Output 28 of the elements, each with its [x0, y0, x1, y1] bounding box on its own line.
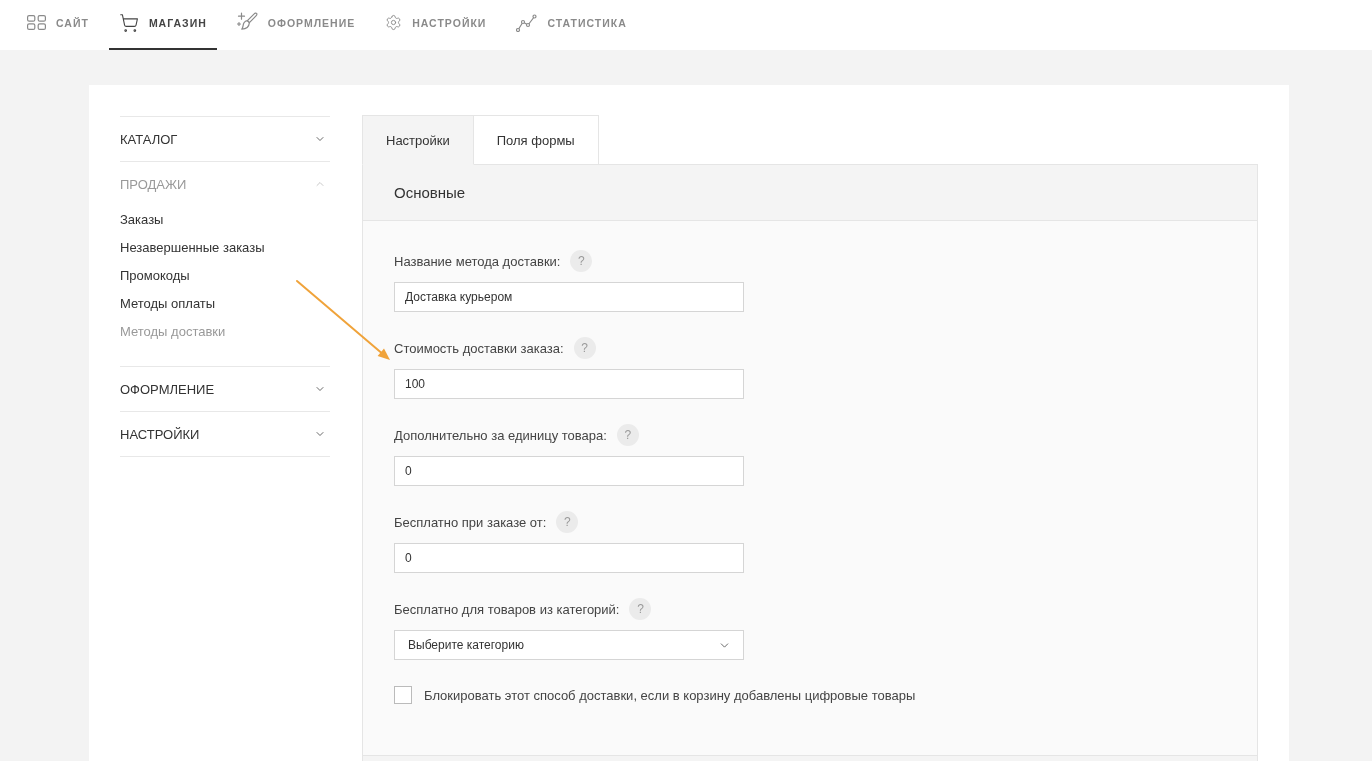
field-label: Бесплатно при заказе от:	[394, 514, 547, 530]
settings-icon	[385, 14, 403, 31]
tab[interactable]: Настройки	[362, 115, 474, 165]
sidebar-item[interactable]: Промокоды	[120, 262, 190, 290]
sidebar-section-header[interactable]: ОФОРМЛЕНИЕ	[120, 367, 330, 411]
tab[interactable]: Поля формы	[473, 115, 599, 165]
nav-tab[interactable]: МАГАЗИН	[108, 0, 217, 50]
category-select[interactable]: Выберите категорию	[394, 630, 744, 660]
line-chart-icon	[516, 13, 538, 32]
sidebar-item[interactable]: Незавершенные заказы	[120, 234, 265, 262]
checkbox[interactable]	[394, 686, 412, 704]
cart-icon	[118, 12, 139, 33]
text-input[interactable]: 0	[394, 543, 744, 573]
field-label: Название метода доставки:	[394, 253, 561, 269]
sidebar-item[interactable]: Заказы	[120, 206, 164, 234]
text-input[interactable]: 100	[394, 369, 744, 399]
checkbox-label: Блокировать этот способ доставки, если в корзину добавлены цифровые товары	[424, 687, 916, 703]
brush-icon	[236, 12, 258, 33]
text-input[interactable]: 0	[394, 456, 744, 486]
grid-icon	[27, 15, 46, 30]
field-label: Стоимость доставки заказа:	[394, 340, 564, 356]
field-label: Дополнительно за единицу товара:	[394, 427, 607, 443]
panel-title: Основные	[394, 184, 466, 201]
text-input[interactable]: Доставка курьером	[394, 282, 744, 312]
sidebar-item[interactable]: Методы оплаты	[120, 290, 216, 318]
sidebar-section-header[interactable]: НАСТРОЙКИ	[120, 412, 330, 456]
sidebar-section-header[interactable]: КАТАЛОГ	[120, 117, 330, 161]
field-label: Бесплатно для товаров из категорий:	[394, 601, 620, 617]
